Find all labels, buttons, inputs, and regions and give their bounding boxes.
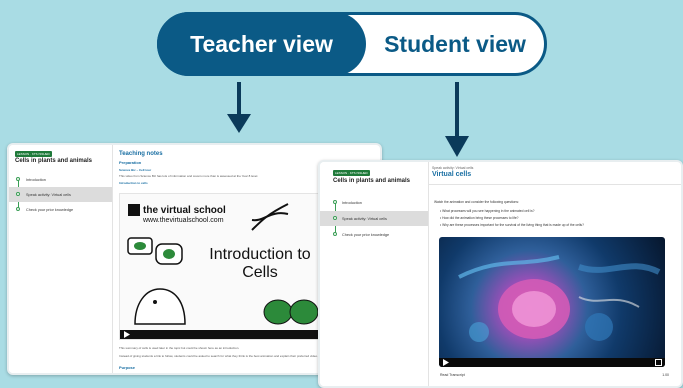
lesson-sidebar: LESSON · KTS ISSUED Cells in plants and … [9,145,113,373]
page-title: Virtual cells [432,171,472,178]
poster-title: Introduction to Cells [209,246,311,281]
student-view-button[interactable]: Student view [366,15,544,73]
step-label: Speak activity: Virtual cells [26,192,71,197]
read-transcript-button[interactable]: Read Transcript [440,373,465,377]
sidebar-step-introduction[interactable]: Introduction [320,195,428,210]
purpose-heading: Purpose [119,365,136,370]
teacher-view-button[interactable]: Teacher view [157,12,366,76]
question-item: • Why are these processes important for … [440,223,584,227]
step-label: Speak activity: Virtual cells [342,216,387,221]
lesson-badge: LESSON · KTS ISSUED [15,151,52,157]
playback-speed[interactable]: 1.00 [662,373,669,377]
brain-illustration-icon [263,299,319,325]
virtual-cells-video[interactable] [439,237,665,367]
sidebar-step-virtual-cells[interactable]: Speak activity: Virtual cells [320,211,428,226]
animal-illustration-icon [134,288,186,325]
question-item: • How did the animation bring these proc… [440,216,519,220]
teaching-notes-heading: Teaching notes [119,151,163,157]
lesson-title: Cells in plants and animals [15,158,93,164]
step-dot-icon [333,232,337,236]
step-dot-icon [16,207,20,211]
play-icon[interactable] [442,359,449,366]
step-label: Introduction [342,200,362,205]
virtual-school-logo-icon: the virtual school www.thevirtualschool.… [128,204,226,224]
cell-animation-icon [458,255,661,342]
question-item: • What processes will you see happening … [440,209,535,213]
fullscreen-icon[interactable] [655,359,662,366]
step-dot-icon [333,216,337,220]
svg-text:the virtual school: the virtual school [143,205,226,216]
notes-summary: This summary of cells is used later in t… [119,346,240,350]
step-label: Check your prior knowledge [342,232,390,237]
sidebar-step-introduction[interactable]: Introduction [9,172,112,187]
student-arrow-icon [445,82,469,157]
step-dot-icon [16,177,20,181]
lesson-badge: LESSON · KTS ISSUED [333,170,370,176]
student-main: Speak activity: Virtual cells Virtual ce… [428,166,681,386]
dna-icon [251,203,289,231]
sidebar-step-prior-knowledge[interactable]: Check your prior knowledge [320,227,428,242]
breadcrumb: Speak activity: Virtual cells [432,166,474,170]
svg-text:www.thevirtualschool.com: www.thevirtualschool.com [142,217,224,224]
cell-illustration-icon [127,237,183,265]
lesson-sidebar: LESSON · KTS ISSUED Cells in plants and … [320,162,429,386]
step-dot-icon [333,200,337,204]
view-toggle[interactable]: Teacher view Student view [157,12,547,76]
video-controls[interactable] [439,358,665,367]
teacher-arrow-icon [227,82,251,133]
step-dot-icon [16,192,20,196]
student-view-window: LESSON · KTS ISSUED Cells in plants and … [318,160,683,388]
video-controls[interactable] [120,330,328,339]
sidebar-step-virtual-cells[interactable]: Speak activity: Virtual cells [9,187,112,202]
divider [428,184,681,185]
lesson-title: Cells in plants and animals [333,178,411,184]
intro-video[interactable]: the virtual school www.thevirtualschool.… [119,193,329,340]
sidebar-step-prior-knowledge[interactable]: Check your prior knowledge [9,202,112,217]
activity-prompt: Watch the animation and consider the fol… [434,200,519,204]
step-label: Check your prior knowledge [26,207,74,212]
step-label: Introduction [26,177,46,182]
play-icon[interactable] [123,331,130,338]
